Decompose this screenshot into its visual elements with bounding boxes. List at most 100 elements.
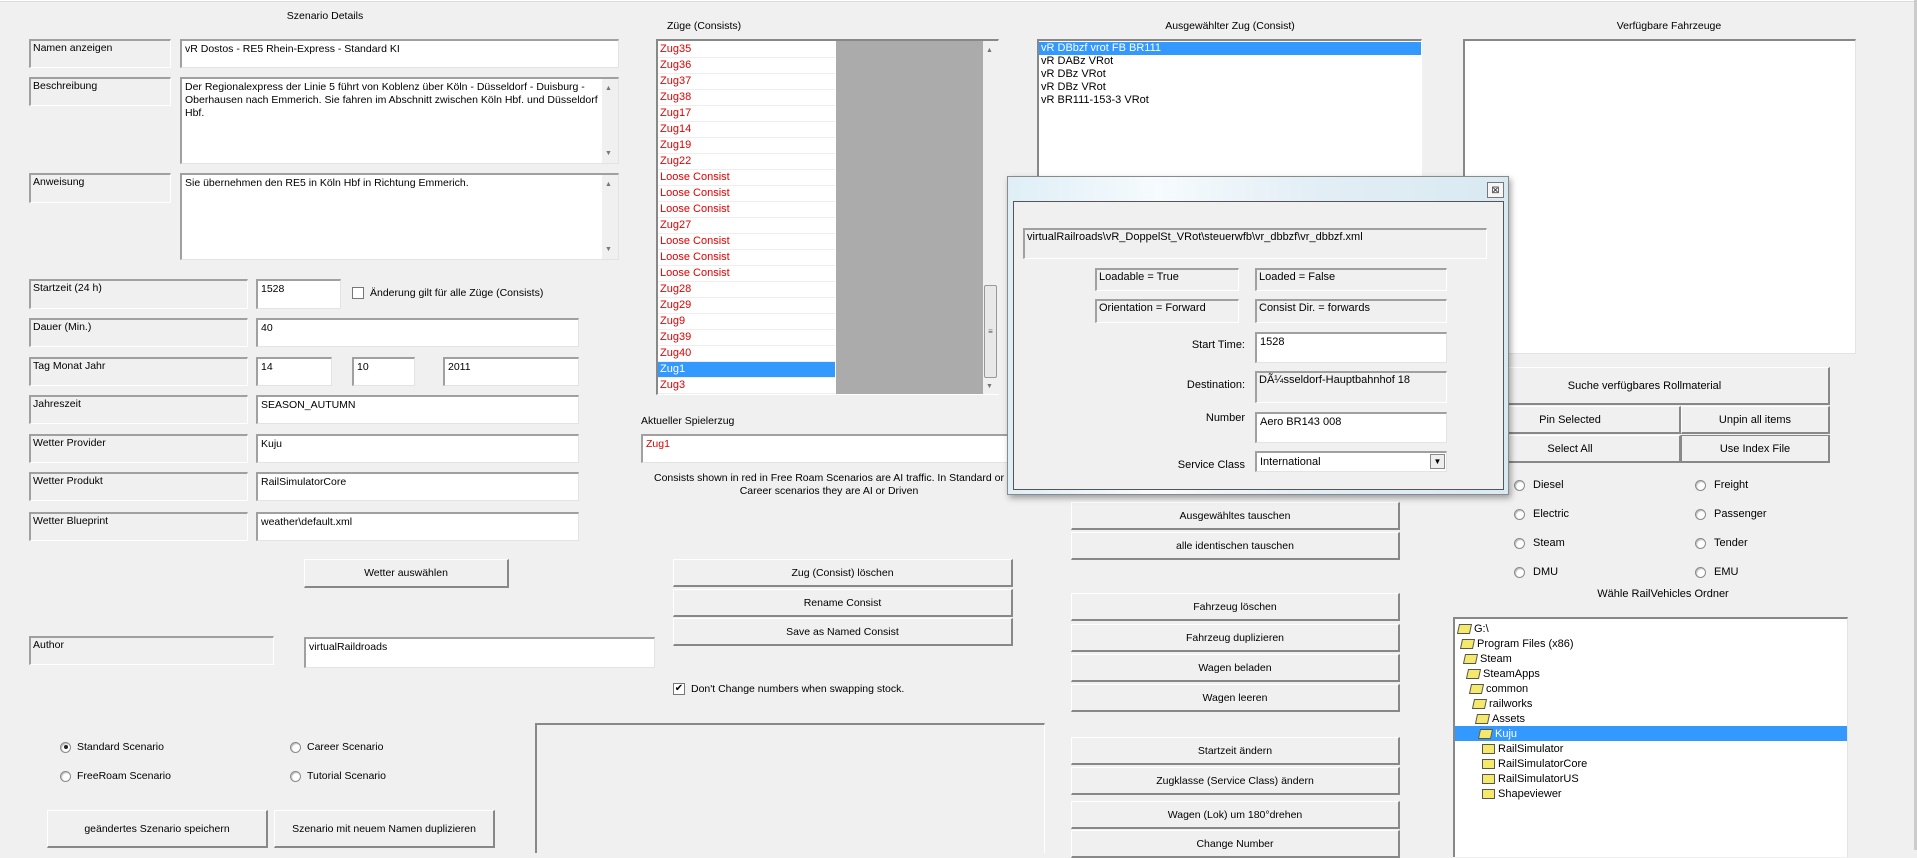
consist-list-item[interactable]: Zug3 bbox=[658, 378, 835, 394]
radio-indicator[interactable] bbox=[1695, 479, 1706, 491]
consist-vehicle-item[interactable]: vR DBbzf vrot FB BR111 bbox=[1039, 42, 1421, 55]
radio-indicator[interactable] bbox=[290, 741, 301, 753]
folder-tree-item[interactable]: Steam bbox=[1455, 651, 1847, 666]
instruction-textarea[interactable]: Sie übernehmen den RE5 in Köln Hbf in Ri… bbox=[180, 173, 619, 260]
folder-tree-item[interactable]: Shapeviewer bbox=[1455, 786, 1847, 801]
radio-indicator[interactable] bbox=[290, 770, 301, 782]
duration-input[interactable]: 40 bbox=[256, 318, 579, 347]
consist-list-item[interactable]: Zug36 bbox=[658, 58, 835, 74]
available-vehicles-listbox[interactable] bbox=[1463, 39, 1856, 354]
radio-tutorial-scenario[interactable]: Tutorial Scenario bbox=[290, 770, 386, 782]
duplicate-scenario-button[interactable]: Szenario mit neuem Namen duplizieren bbox=[274, 810, 495, 848]
consist-list-item[interactable]: Loose Consist bbox=[658, 170, 835, 186]
weather-provider-input[interactable]: Kuju bbox=[256, 434, 579, 463]
season-input[interactable]: SEASON_AUTUMN bbox=[256, 395, 579, 424]
filter-radio-freight[interactable]: Freight bbox=[1695, 479, 1748, 491]
radio-standard-scenario[interactable]: Standard Scenario bbox=[60, 741, 164, 753]
consist-list-item[interactable]: Zug40 bbox=[658, 346, 835, 362]
apply-all-checkbox-box[interactable] bbox=[352, 287, 364, 299]
consist-vehicle-item[interactable]: vR DABz VRot bbox=[1039, 55, 1421, 68]
consist-vehicle-item[interactable]: vR DBz VRot bbox=[1039, 68, 1421, 81]
filter-radio-diesel[interactable]: Diesel bbox=[1514, 479, 1564, 491]
search-rolling-stock-button[interactable]: Suche verfügbares Rollmaterial bbox=[1460, 367, 1830, 405]
vehicle-action-button[interactable]: Startzeit ändern bbox=[1071, 737, 1400, 765]
selected-consist-listbox[interactable]: vR DBbzf vrot FB BR111 vR DABz VRot vR DBz… bbox=[1037, 39, 1422, 189]
consists-scrollbar[interactable]: ▲ ≡ ▼ bbox=[983, 41, 999, 394]
description-scrollbar[interactable]: ▲ ▼ bbox=[602, 79, 618, 163]
save-named-consist-button[interactable]: Save as Named Consist bbox=[673, 618, 1013, 646]
author-input[interactable]: virtualRaildroads bbox=[304, 637, 655, 668]
folder-tree-item[interactable]: RailSimulatorUS bbox=[1455, 771, 1847, 786]
instruction-scrollbar[interactable]: ▲ ▼ bbox=[602, 175, 618, 259]
consist-vehicle-item[interactable]: vR BR111-153-3 VRot bbox=[1039, 94, 1421, 107]
consist-list-item[interactable]: Zug29 bbox=[658, 298, 835, 314]
vehicle-action-button[interactable]: Wagen leeren bbox=[1071, 684, 1400, 712]
consist-list-item[interactable]: Zug28 bbox=[658, 282, 835, 298]
radio-indicator[interactable] bbox=[1514, 566, 1525, 578]
radio-indicator[interactable] bbox=[1695, 508, 1706, 520]
consist-vehicle-item[interactable]: vR DBz VRot bbox=[1039, 81, 1421, 94]
folder-tree-item[interactable]: Kuju bbox=[1455, 726, 1847, 741]
weather-product-input[interactable]: RailSimulatorCore bbox=[256, 472, 579, 501]
filter-radio-electric[interactable]: Electric bbox=[1514, 508, 1569, 520]
folder-tree-item[interactable]: G:\ bbox=[1455, 621, 1847, 636]
select-weather-button[interactable]: Wetter auswählen bbox=[304, 559, 509, 588]
chevron-down-icon[interactable]: ▼ bbox=[1430, 454, 1445, 469]
unpin-all-button[interactable]: Unpin all items bbox=[1681, 406, 1830, 434]
consist-list-item[interactable]: Zug19 bbox=[658, 138, 835, 154]
folder-tree-item[interactable]: railworks bbox=[1455, 696, 1847, 711]
filter-radio-steam[interactable]: Steam bbox=[1514, 537, 1565, 549]
consist-list-item[interactable]: Zug35 bbox=[658, 42, 835, 58]
vehicle-action-button[interactable]: Fahrzeug duplizieren bbox=[1071, 624, 1400, 652]
description-textarea[interactable]: Der Regionalexpress der Linie 5 führt vo… bbox=[180, 77, 619, 164]
use-index-file-button[interactable]: Use Index File bbox=[1681, 435, 1830, 463]
consists-list[interactable]: Zug35 Zug36 Zug37 Zug38 Zug17 Zug14 Zug19 Zug22… bbox=[658, 41, 835, 394]
keep-numbers-checkbox-box[interactable]: ✔ bbox=[673, 683, 685, 695]
folder-tree[interactable]: G:\ Program Files (x86) Steam SteamApps comm… bbox=[1453, 617, 1848, 857]
radio-freeroam-scenario[interactable]: FreeRoam Scenario bbox=[60, 770, 171, 782]
folder-tree-item[interactable]: RailSimulatorCore bbox=[1455, 756, 1847, 771]
scroll-down-icon[interactable]: ▼ bbox=[986, 383, 993, 390]
filter-radio-emu[interactable]: EMU bbox=[1695, 566, 1738, 578]
filter-radio-tender[interactable]: Tender bbox=[1695, 537, 1748, 549]
close-button[interactable]: ⊠ bbox=[1487, 182, 1504, 198]
save-scenario-button[interactable]: geändertes Szenario speichern bbox=[47, 810, 268, 848]
vehicle-action-button[interactable]: Change Number bbox=[1071, 830, 1400, 858]
start-time-input[interactable]: 1528 bbox=[256, 279, 341, 309]
radio-indicator[interactable] bbox=[60, 741, 71, 753]
vehicle-action-button[interactable]: alle identischen tauschen bbox=[1071, 532, 1400, 560]
vehicle-action-button[interactable]: Fahrzeug löschen bbox=[1071, 593, 1400, 621]
consist-list-item[interactable]: Zug22 bbox=[658, 154, 835, 170]
consist-list-item[interactable]: Zug14 bbox=[658, 122, 835, 138]
rename-consist-button[interactable]: Rename Consist bbox=[673, 589, 1013, 617]
vehicle-action-button[interactable]: Ausgewähltes tauschen bbox=[1071, 502, 1400, 530]
radio-indicator[interactable] bbox=[60, 770, 71, 782]
weather-blueprint-input[interactable]: weather\default.xml bbox=[256, 512, 579, 541]
folder-tree-item[interactable]: Assets bbox=[1455, 711, 1847, 726]
name-input[interactable]: vR Dostos - RE5 Rhein-Express - Standard… bbox=[180, 39, 619, 68]
year-input[interactable]: 2011 bbox=[443, 357, 579, 386]
radio-indicator[interactable] bbox=[1514, 479, 1525, 491]
consist-list-item[interactable]: Zug27 bbox=[658, 218, 835, 234]
radio-indicator[interactable] bbox=[1514, 508, 1525, 520]
consist-list-item[interactable]: Loose Consist bbox=[658, 202, 835, 218]
folder-tree-item[interactable]: RailSimulator bbox=[1455, 741, 1847, 756]
radio-indicator[interactable] bbox=[1514, 537, 1525, 549]
consist-list-item[interactable]: Zug38 bbox=[658, 90, 835, 106]
apply-all-checkbox[interactable]: Änderung gilt für alle Züge (Consists) bbox=[352, 287, 543, 299]
consist-list-item[interactable]: Loose Consist bbox=[658, 234, 835, 250]
consist-list-item[interactable]: Loose Consist bbox=[658, 266, 835, 282]
start-time-input[interactable]: 1528 bbox=[1255, 332, 1447, 363]
filter-radio-dmu[interactable]: DMU bbox=[1514, 566, 1558, 578]
folder-tree-item[interactable]: Program Files (x86) bbox=[1455, 636, 1847, 651]
scrollbar-thumb[interactable]: ≡ bbox=[984, 285, 997, 378]
radio-indicator[interactable] bbox=[1695, 537, 1706, 549]
scroll-up-icon[interactable]: ▲ bbox=[986, 47, 993, 54]
vehicle-action-button[interactable]: Zugklasse (Service Class) ändern bbox=[1071, 767, 1400, 795]
service-class-select[interactable]: International ▼ bbox=[1255, 451, 1447, 472]
consist-list-item[interactable]: Zug39 bbox=[658, 330, 835, 346]
player-train-input[interactable]: Zug1 bbox=[641, 434, 1021, 463]
consists-listbox[interactable]: Zug35 Zug36 Zug37 Zug38 Zug17 Zug14 Zug19 Zug22… bbox=[656, 39, 999, 395]
consist-list-item[interactable]: Zug1 bbox=[658, 362, 835, 378]
consist-list-item[interactable]: Zug17 bbox=[658, 106, 835, 122]
